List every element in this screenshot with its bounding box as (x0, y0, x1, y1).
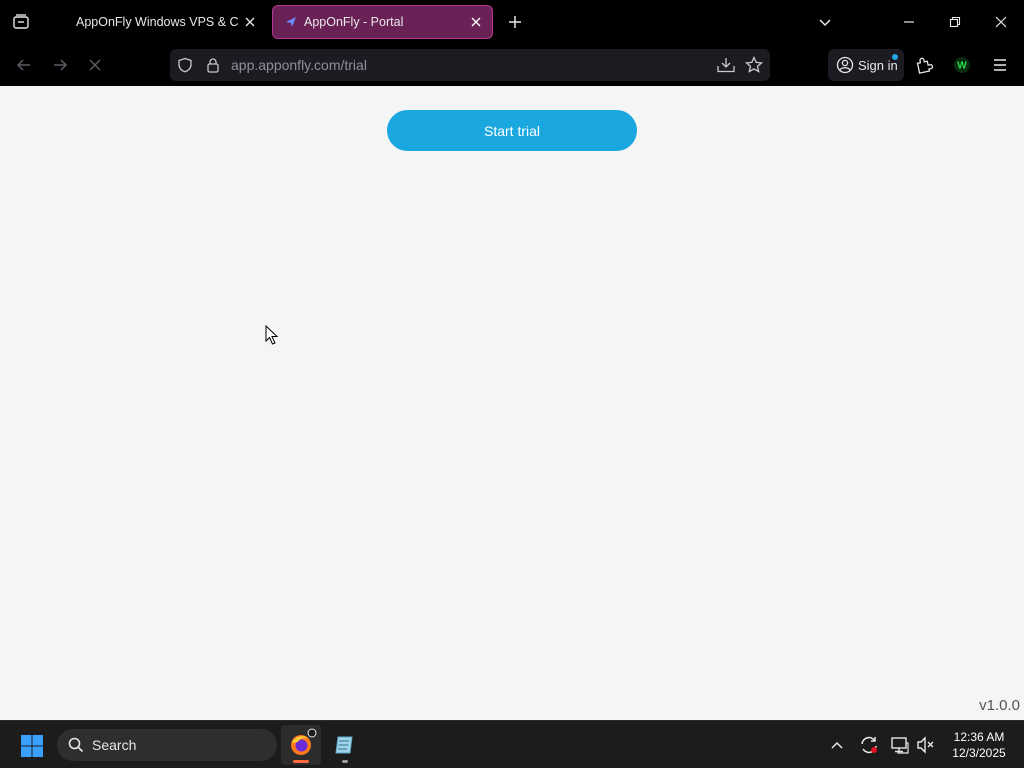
notepad-icon (335, 736, 353, 754)
firefox-active-indicator (293, 760, 309, 763)
volume-button[interactable] (914, 733, 938, 757)
tab-list-icon (13, 14, 29, 29)
tab-close-button[interactable] (238, 10, 262, 34)
version-label: v1.0.0 (979, 697, 1020, 714)
minimize-button[interactable] (886, 0, 932, 44)
app-menu-button[interactable] (986, 51, 1014, 79)
system-clock[interactable]: 12:36 AM 12/3/2025 (946, 729, 1012, 761)
windows-logo-icon (21, 735, 43, 757)
puzzle-icon (916, 57, 933, 74)
windows-taskbar: Search 12:36 AM 12/3/2025 (0, 720, 1024, 768)
volume-muted-icon (917, 736, 934, 754)
close-icon (471, 17, 481, 27)
taskbar-firefox[interactable] (281, 725, 321, 765)
forward-arrow-icon (54, 59, 68, 71)
sync-status-button[interactable] (857, 733, 881, 757)
url-text: app.apponfly.com/trial (231, 57, 367, 73)
close-window-button[interactable] (978, 0, 1024, 44)
restore-button[interactable] (932, 0, 978, 44)
back-arrow-icon (16, 59, 30, 71)
new-tab-button[interactable] (502, 9, 528, 35)
download-icon[interactable] (716, 55, 736, 75)
taskbar-search[interactable]: Search (57, 729, 277, 761)
search-label: Search (92, 737, 137, 753)
hamburger-icon (994, 59, 1006, 71)
extension-w-icon: W (954, 57, 970, 73)
sign-in-button[interactable]: Sign in (828, 49, 904, 81)
notification-dot (892, 54, 898, 60)
tab-apponfly-portal[interactable]: AppOnFly - Portal (272, 5, 493, 39)
tab-apponfly-windows-vps[interactable]: AppOnFly Windows VPS & Cloud (44, 5, 266, 39)
forward-button[interactable] (46, 51, 74, 79)
star-icon[interactable] (744, 55, 764, 75)
start-button[interactable] (16, 731, 48, 761)
network-icon (891, 737, 909, 754)
notepad-running-indicator (342, 760, 348, 763)
back-button[interactable] (10, 51, 38, 79)
account-icon (836, 56, 854, 74)
start-trial-button[interactable]: Start trial (387, 110, 637, 151)
tab-title: AppOnFly - Portal (304, 15, 404, 29)
plus-icon (509, 16, 521, 28)
show-hidden-icons-button[interactable] (825, 733, 849, 757)
badge-icon (307, 728, 317, 738)
close-icon (245, 17, 255, 27)
list-all-tabs-button[interactable] (812, 9, 838, 35)
stop-icon (89, 59, 101, 71)
sync-icon (861, 736, 877, 754)
tab-close-button[interactable] (464, 10, 488, 34)
chevron-up-icon (831, 741, 843, 749)
sign-in-label: Sign in (858, 57, 898, 73)
clock-time: 12:36 AM (953, 730, 1005, 744)
tab-bar: AppOnFly Windows VPS & Cloud AppOnFly - … (0, 0, 1024, 44)
lock-icon[interactable] (203, 55, 223, 75)
navigation-toolbar: app.apponfly.com/trial Sign in W (0, 44, 1024, 86)
chevron-down-icon (819, 19, 831, 27)
address-bar[interactable]: app.apponfly.com/trial (170, 49, 770, 81)
restore-icon (949, 16, 961, 28)
tab-list-button[interactable] (0, 0, 42, 44)
search-icon (68, 737, 84, 753)
extension-w-button[interactable]: W (948, 51, 976, 79)
mouse-cursor-icon (265, 325, 279, 345)
shield-icon[interactable] (175, 55, 195, 75)
extensions-button[interactable] (910, 51, 938, 79)
tab-title: AppOnFly Windows VPS & Cloud (76, 15, 238, 29)
network-button[interactable] (888, 733, 912, 757)
stop-loading-button[interactable] (81, 51, 109, 79)
taskbar-notepad[interactable] (325, 725, 365, 765)
clock-date: 12/3/2025 (952, 746, 1006, 760)
page-content: Start trial v1.0.0 (0, 86, 1024, 720)
minimize-icon (904, 21, 914, 23)
apponfly-favicon-icon (284, 15, 298, 29)
extension-w-label: W (957, 61, 967, 72)
close-icon (995, 16, 1007, 28)
